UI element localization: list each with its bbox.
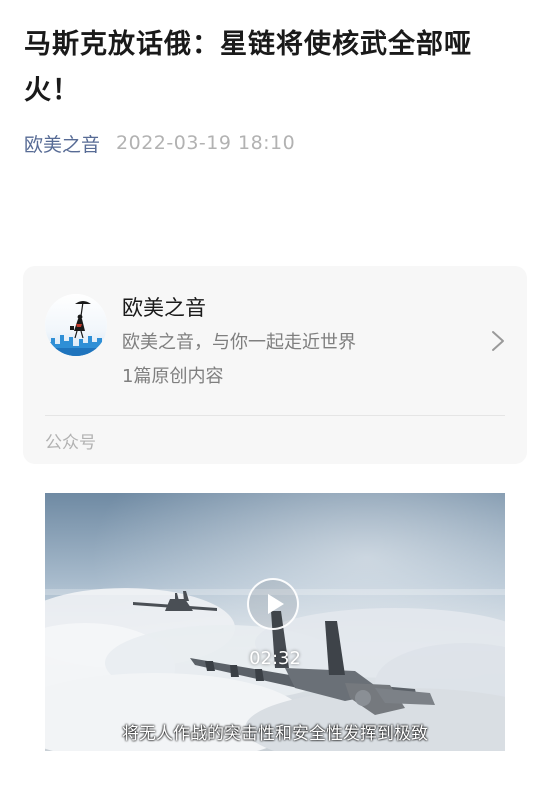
publish-time: 2022-03-19 18:10 [116,132,296,154]
article-page: 马斯克放话俄：星链将使核武全部哑火！ 欧美之音 2022-03-19 18:10 [0,0,550,795]
video-subtitle: 将无人作战的突击性和安全性发挥到极致 [122,724,428,744]
play-icon [268,594,284,614]
original-article-count: 1篇原创内容 [122,366,224,387]
umbrella-lady-avatar-icon [45,294,107,356]
account-description: 欧美之音，与你一起走近世界 [122,332,356,353]
play-button[interactable] [247,578,299,630]
account-card[interactable]: 欧美之音 欧美之音，与你一起走近世界 1篇原创内容 公众号 [23,266,527,464]
author-link[interactable]: 欧美之音 [24,130,100,157]
account-name: 欧美之音 [122,296,206,320]
video-player[interactable]: 02:32 将无人作战的突击性和安全性发挥到极致 [45,493,505,751]
video-duration: 02:32 [249,648,301,669]
article-meta: 欧美之音 2022-03-19 18:10 [24,128,295,158]
card-divider [45,415,505,416]
account-type-label: 公众号 [45,433,96,453]
chevron-right-icon [492,331,504,351]
article-title: 马斯克放话俄：星链将使核武全部哑火！ [24,29,472,106]
